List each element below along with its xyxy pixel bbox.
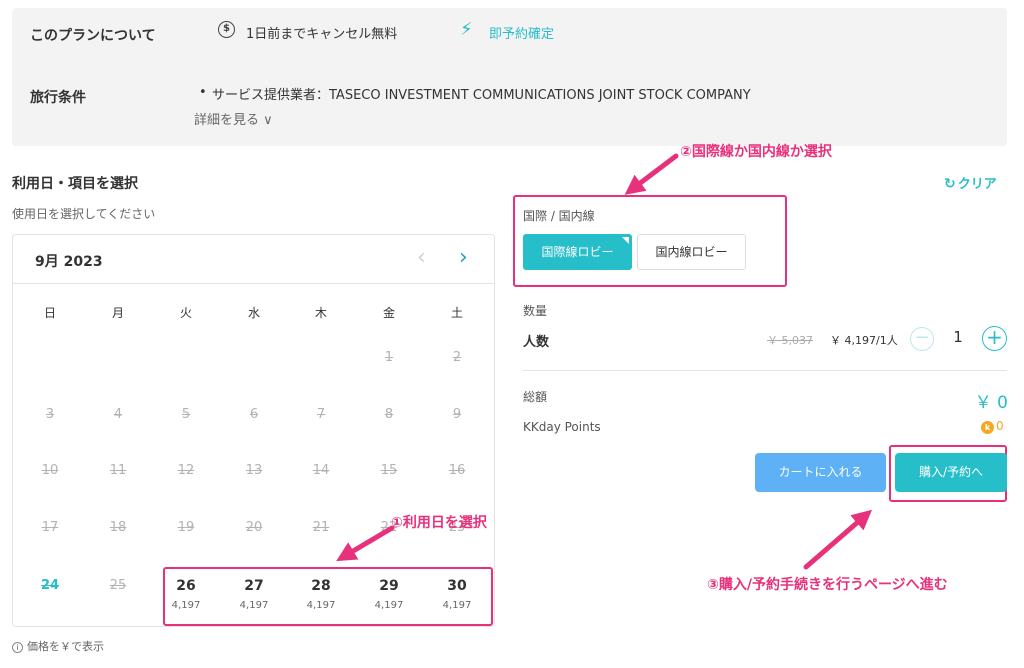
lightning-icon: ⚡ [460, 19, 473, 40]
selection-subtitle: 使用日を選択してください [12, 207, 156, 221]
annotation-step3: ③購入/予約手続きを行うページへ進む [707, 577, 948, 593]
refresh-icon: ↻ [944, 176, 956, 192]
weekday-label: 月 [111, 306, 124, 320]
international-lobby-label: 国際線ロビー [541, 245, 614, 259]
calendar-day: 16 [448, 463, 466, 478]
clear-label: クリア [957, 177, 997, 192]
international-lobby-button[interactable]: 国際線ロビー [523, 234, 632, 270]
unit-price: ￥ 4,197/1人 [830, 334, 898, 347]
refund-icon: $ [218, 21, 235, 38]
annotation-step1: ①利用日を選択 [391, 515, 487, 531]
bullet-icon: • [199, 85, 207, 100]
points-value: 0 [996, 419, 1004, 433]
calendar-month: 9月 2023 [35, 254, 103, 270]
calendar-day: 6 [249, 407, 259, 422]
selection-title: 利用日・項目を選択 [12, 176, 138, 192]
points-label: KKday Points [523, 420, 601, 434]
add-to-cart-button[interactable]: カートに入れる [755, 453, 886, 492]
free-cancel-text: 1日前までキャンセル無料 [246, 27, 398, 42]
totals-divider [523, 370, 1007, 371]
provider-text: サービス提供業者：TASECO INVESTMENT COMMUNICATION… [212, 88, 751, 103]
calendar-day: 9 [452, 407, 462, 422]
details-link[interactable]: 詳細を見る ∨ [194, 109, 273, 128]
calendar-day: 7 [316, 407, 326, 422]
calendar-day: 13 [245, 463, 263, 478]
travel-conditions-label: 旅行条件 [30, 90, 86, 106]
price-note: i 価格を￥で表示 [12, 638, 104, 654]
increase-button[interactable]: + [982, 326, 1007, 351]
calendar-day: 1 [384, 350, 394, 365]
weekday-label: 金 [382, 306, 395, 320]
calendar-day: 21 [312, 520, 330, 535]
arrow-step2 [624, 153, 679, 195]
calendar-day: 12 [177, 463, 195, 478]
calendar-divider [13, 283, 494, 284]
annotation-step2: ②国際線か国内線か選択 [680, 144, 832, 160]
original-price: ￥ 5,037 [767, 334, 813, 347]
weekday-label: 火 [179, 306, 192, 320]
plan-info-box: このプランについて $ 1日前までキャンセル無料 ⚡ 即予約確定 旅行条件 • … [12, 8, 1007, 146]
book-now-button[interactable]: 購入/予約へ [895, 453, 1007, 492]
quantity-label: 数量 [523, 304, 548, 318]
calendar-day: 11 [109, 463, 127, 478]
weekday-label: 木 [314, 306, 327, 320]
available-dates-highlight [163, 567, 493, 626]
decrease-button[interactable]: − [910, 327, 934, 351]
calendar-day: 15 [380, 463, 398, 478]
calendar-day: 24 [40, 578, 60, 593]
next-month-icon[interactable]: › [459, 245, 468, 270]
price-note-text: 価格を￥で表示 [27, 640, 104, 653]
calendar-day: 19 [177, 520, 195, 535]
weekday-label: 日 [43, 306, 56, 320]
total-value: ￥ 0 [974, 393, 1008, 413]
calendar-day: 17 [41, 520, 59, 535]
prev-month-icon[interactable]: ‹ [417, 245, 426, 270]
calendar-day: 25 [109, 578, 127, 593]
quantity-value: 1 [953, 328, 963, 346]
arrow-step3 [803, 509, 873, 570]
calendar-day: 2 [452, 350, 462, 365]
plan-about-label: このプランについて [30, 28, 156, 44]
calendar-day: 18 [109, 520, 127, 535]
calendar-day: 14 [312, 463, 330, 478]
clear-button[interactable]: ↻ クリア [944, 173, 997, 192]
calendar-day: 10 [41, 463, 59, 478]
option-label: 国際 / 国内線 [523, 209, 595, 223]
weekday-label: 水 [247, 306, 260, 320]
selected-corner-icon [622, 237, 629, 244]
quantity-name: 人数 [523, 335, 550, 350]
calendar-day: 8 [384, 407, 394, 422]
weekday-label: 土 [450, 306, 463, 320]
points-coin-icon: k [981, 421, 994, 434]
calendar-day: 3 [45, 407, 55, 422]
info-icon: i [12, 642, 23, 653]
domestic-lobby-button[interactable]: 国内線ロビー [637, 234, 746, 270]
instant-confirm-text: 即予約確定 [489, 27, 555, 42]
calendar-day: 5 [181, 407, 191, 422]
calendar-day: 20 [245, 520, 263, 535]
total-label: 総額 [523, 390, 548, 404]
calendar-day: 4 [113, 407, 123, 422]
